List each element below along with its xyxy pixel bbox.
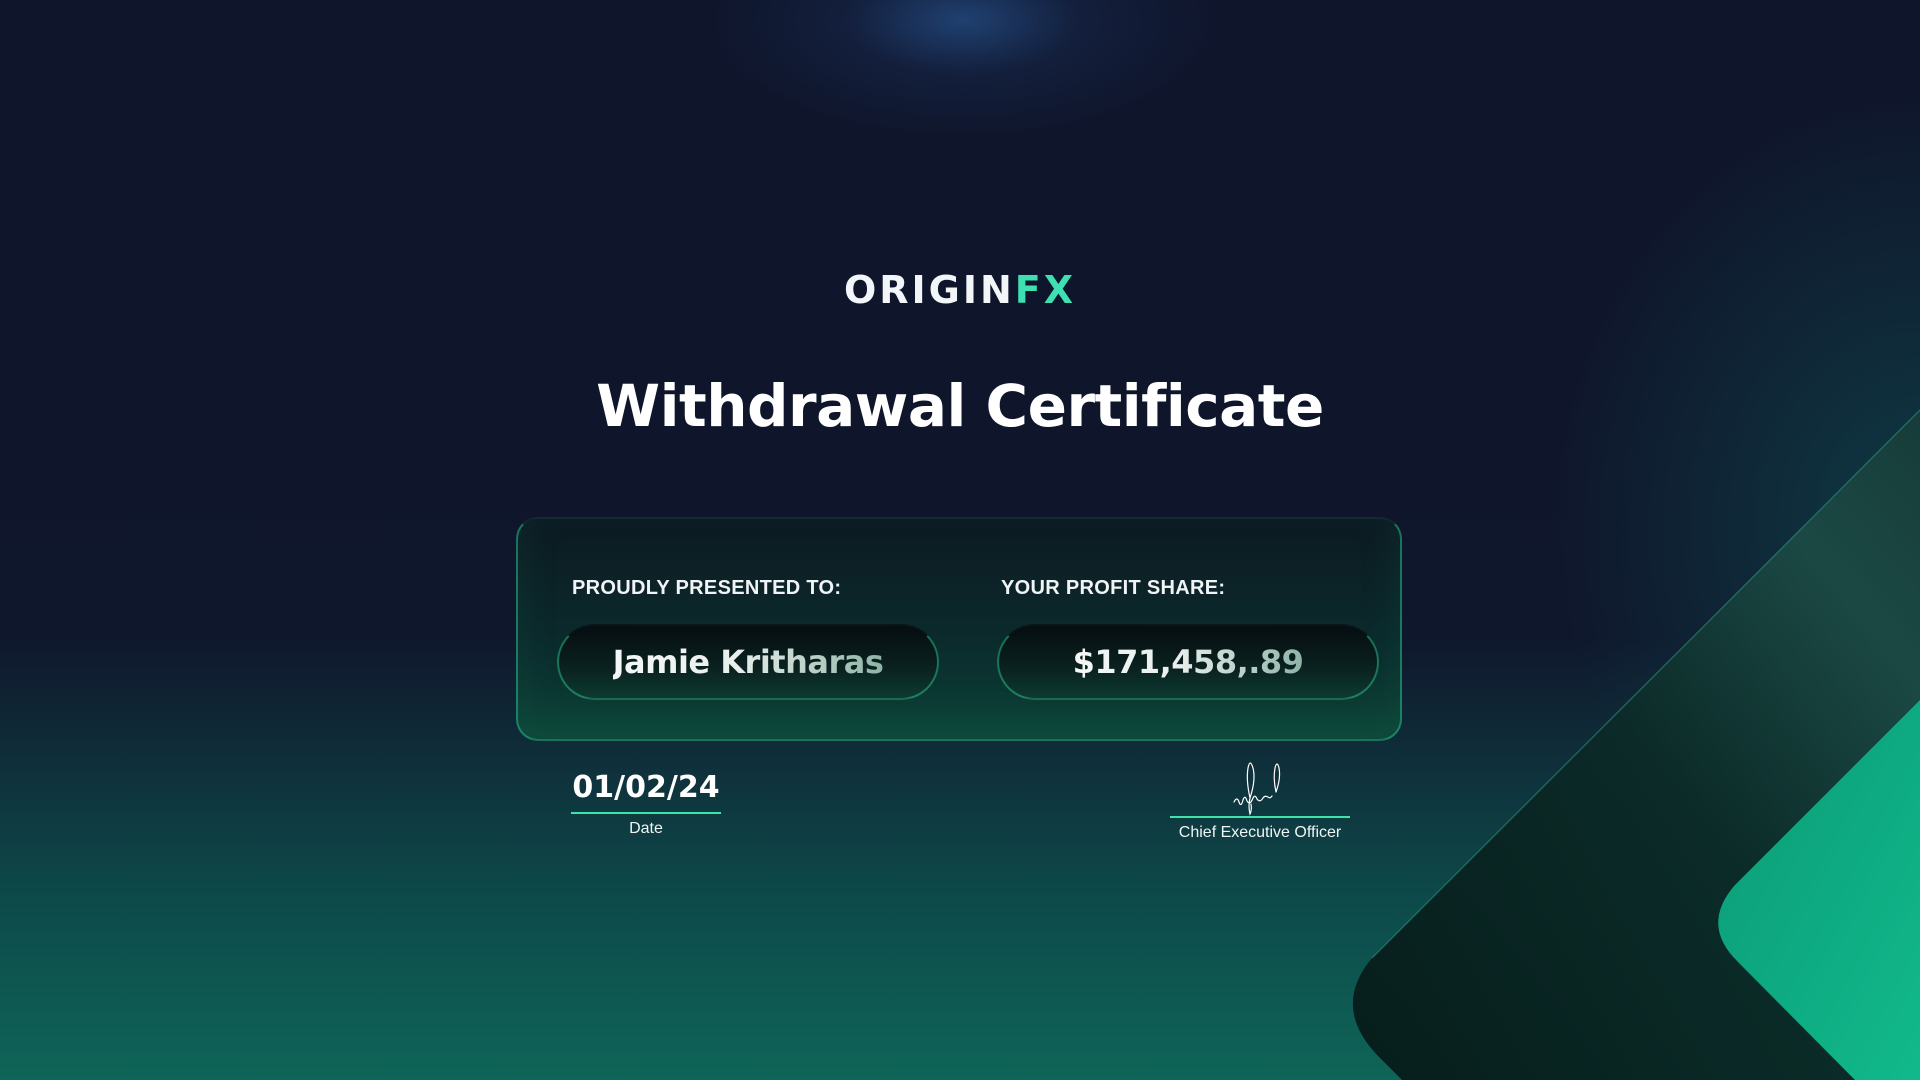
profit-amount-field: $171,458,.89	[997, 624, 1379, 700]
date-underline	[571, 812, 721, 814]
date-block: 01/02/24 Date	[571, 768, 721, 838]
certificate-card: PROUDLY PRESENTED TO: YOUR PROFIT SHARE:…	[516, 517, 1402, 741]
presented-to-label: PROUDLY PRESENTED TO:	[572, 577, 842, 599]
logo-wordmark-main: ORIGIN	[843, 268, 1015, 312]
dark-diamond-edge	[1371, 409, 1920, 959]
dark-diamond-shape	[1352, 410, 1920, 1080]
profit-share-label: YOUR PROFIT SHARE:	[1001, 577, 1226, 599]
signature-block: Chief Executive Officer	[1170, 758, 1350, 842]
signature-caption: Chief Executive Officer	[1178, 824, 1342, 841]
signature-graphic	[1233, 762, 1281, 816]
date-value: 01/02/24	[572, 770, 720, 805]
recipient-name-field: Jamie Kritharas	[557, 624, 939, 700]
certificate-title: Withdrawal Certificate	[596, 372, 1324, 440]
date-caption: Date	[629, 820, 663, 837]
profit-amount: $171,458,.89	[1072, 643, 1304, 681]
signature-underline	[1170, 816, 1350, 818]
green-diamond-shape	[1718, 700, 1920, 1080]
brand-logo: ORIGINFX	[0, 268, 1920, 312]
recipient-name: Jamie Kritharas	[612, 643, 884, 681]
logo-wordmark-accent: FX	[1014, 268, 1077, 312]
